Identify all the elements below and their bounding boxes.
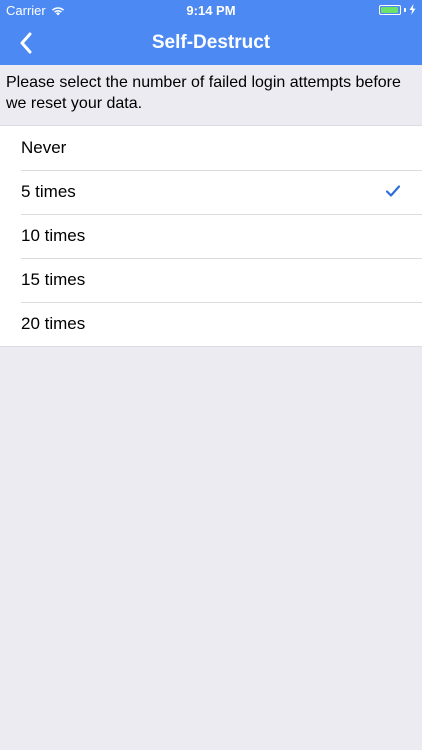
status-bar: Carrier 9:14 PM xyxy=(0,0,422,21)
option-label: 10 times xyxy=(21,226,86,245)
option-label: Never xyxy=(21,138,67,157)
option-row-20-times[interactable]: 20 times xyxy=(0,302,422,346)
charging-bolt-icon xyxy=(409,4,416,15)
status-time: 9:14 PM xyxy=(186,3,236,18)
battery-fill xyxy=(381,6,399,13)
battery-cap xyxy=(404,7,406,12)
checkmark-icon xyxy=(385,185,401,197)
option-label: 5 times xyxy=(21,182,76,201)
option-label: 15 times xyxy=(21,270,86,289)
option-row-5-times[interactable]: 5 times xyxy=(0,170,422,214)
options-list: Never 5 times 10 times 15 times 20 times xyxy=(0,125,422,347)
battery-icon xyxy=(379,4,401,15)
option-row-15-times[interactable]: 15 times xyxy=(0,258,422,302)
navigation-bar: Self-Destruct xyxy=(0,21,422,65)
battery-indicator xyxy=(379,4,416,15)
option-label: 20 times xyxy=(21,314,86,333)
option-row-never[interactable]: Never xyxy=(0,126,422,170)
option-row-10-times[interactable]: 10 times xyxy=(0,214,422,258)
instructions-text: Please select the number of failed login… xyxy=(6,74,401,112)
page-title: Self-Destruct xyxy=(151,32,271,53)
